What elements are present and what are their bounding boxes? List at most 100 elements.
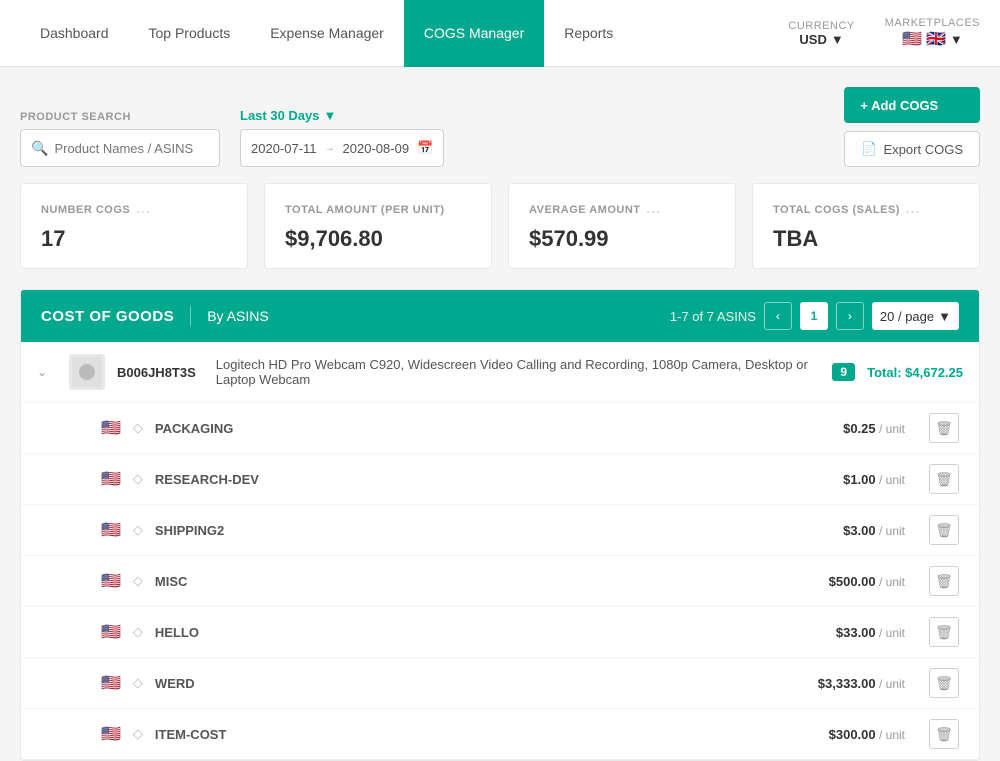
cogs-unit: / unit — [876, 677, 905, 691]
delete-cogs-button[interactable]: 🗑 — [929, 566, 959, 596]
cogs-name: ITEM-COST — [155, 727, 817, 742]
cogs-tag-icon: ◇ — [133, 471, 143, 487]
search-box[interactable]: 🔍 — [20, 129, 220, 167]
current-page-button[interactable]: 1 — [800, 302, 828, 330]
cogs-price: $500.00 / unit — [829, 574, 905, 589]
cogs-row: 🇺🇸 ◇ PACKAGING $0.25 / unit 🗑 — [21, 402, 979, 453]
product-name: Logitech HD Pro Webcam C920, Widescreen … — [216, 357, 821, 387]
date-start: 2020-07-11 — [251, 141, 317, 156]
next-page-button[interactable]: › — [836, 302, 864, 330]
cogs-name: WERD — [155, 676, 806, 691]
nav-item-expense-manager[interactable]: Expense Manager — [250, 0, 404, 67]
table-pagination: 1-7 of 7 ASINS ‹ 1 › 20 / page ▼ — [670, 302, 959, 330]
date-arrow-icon: → — [325, 143, 335, 154]
cogs-flag-icon: 🇺🇸 — [101, 469, 121, 489]
cogs-name: SHIPPING2 — [155, 523, 831, 538]
cogs-row: 🇺🇸 ◇ HELLO $33.00 / unit 🗑 — [21, 606, 979, 657]
stats-grid: NUMBER COGS ... 17 TOTAL AMOUNT (PER UNI… — [20, 183, 980, 269]
cogs-row: 🇺🇸 ◇ SHIPPING2 $3.00 / unit 🗑 — [21, 504, 979, 555]
delete-cogs-button[interactable]: 🗑 — [929, 617, 959, 647]
product-asin: B006JH8T3S — [117, 365, 196, 380]
cogs-flag-icon: 🇺🇸 — [101, 418, 121, 438]
table-divider — [190, 306, 191, 326]
action-buttons: + Add COGS 📄 Export COGS — [844, 87, 980, 167]
pagination-info: 1-7 of 7 ASINS — [670, 309, 756, 324]
cogs-unit: / unit — [876, 575, 905, 589]
currency-selector[interactable]: CURRENCY USD ▼ — [788, 20, 854, 47]
cogs-unit: / unit — [876, 728, 905, 742]
export-cogs-button[interactable]: 📄 Export COGS — [844, 131, 980, 167]
product-image — [69, 354, 105, 390]
marketplace-dropdown-icon: ▼ — [950, 32, 963, 47]
per-page-selector[interactable]: 20 / page ▼ — [872, 302, 959, 330]
cogs-table: COST OF GOODS By ASINS 1-7 of 7 ASINS ‹ … — [20, 289, 980, 761]
prev-page-button[interactable]: ‹ — [764, 302, 792, 330]
date-range-picker[interactable]: 2020-07-11 → 2020-08-09 📅 — [240, 129, 444, 167]
calendar-icon[interactable]: 📅 — [417, 140, 433, 156]
stat-value-number-cogs: 17 — [41, 226, 227, 252]
cogs-row: 🇺🇸 ◇ ITEM-COST $300.00 / unit 🗑 — [21, 708, 979, 759]
export-icon: 📄 — [861, 141, 877, 157]
cogs-flag-icon: 🇺🇸 — [101, 622, 121, 642]
cogs-name: MISC — [155, 574, 817, 589]
us-flag-icon: 🇺🇸 — [902, 29, 922, 49]
date-end: 2020-08-09 — [343, 141, 410, 156]
cogs-unit: / unit — [876, 422, 905, 436]
cogs-flag-icon: 🇺🇸 — [101, 571, 121, 591]
cogs-price: $3,333.00 / unit — [818, 676, 905, 691]
nav-item-cogs-manager[interactable]: COGS Manager — [404, 0, 544, 67]
product-total: Total: $4,672.25 — [867, 365, 963, 380]
delete-cogs-button[interactable]: 🗑 — [929, 413, 959, 443]
cogs-name: PACKAGING — [155, 421, 831, 436]
cogs-flag-icon: 🇺🇸 — [101, 724, 121, 744]
stat-value-total-amount: $9,706.80 — [285, 226, 471, 252]
cogs-row: 🇺🇸 ◇ MISC $500.00 / unit 🗑 — [21, 555, 979, 606]
cogs-tag-icon: ◇ — [133, 675, 143, 691]
cogs-price: $1.00 / unit — [843, 472, 905, 487]
nav-item-dashboard[interactable]: Dashboard — [20, 0, 129, 67]
nav-item-top-products[interactable]: Top Products — [129, 0, 251, 67]
cogs-price: $0.25 / unit — [843, 421, 905, 436]
cogs-tag-icon: ◇ — [133, 624, 143, 640]
delete-cogs-button[interactable]: 🗑 — [929, 464, 959, 494]
cogs-flag-icon: 🇺🇸 — [101, 520, 121, 540]
stat-average-amount: AVERAGE AMOUNT ... $570.99 — [508, 183, 736, 269]
cogs-price: $3.00 / unit — [843, 523, 905, 538]
table-title: COST OF GOODS — [41, 308, 174, 325]
stat-total-amount: TOTAL AMOUNT (PER UNIT) $9,706.80 — [264, 183, 492, 269]
search-section: PRODUCT SEARCH 🔍 — [20, 111, 220, 167]
date-range-label[interactable]: Last 30 Days ▼ — [240, 108, 444, 123]
date-section: Last 30 Days ▼ 2020-07-11 → 2020-08-09 📅 — [240, 108, 444, 167]
per-page-dropdown-icon: ▼ — [938, 309, 951, 324]
delete-cogs-button[interactable]: 🗑 — [929, 719, 959, 749]
stat-value-average-amount: $570.99 — [529, 226, 715, 252]
stat-total-cogs-sales: TOTAL COGS (SALES) ... TBA — [752, 183, 980, 269]
marketplace-selector[interactable]: MARKETPLACES 🇺🇸 🇬🇧 ▼ — [885, 17, 980, 49]
delete-cogs-button[interactable]: 🗑 — [929, 515, 959, 545]
product-total-value: $4,672.25 — [905, 365, 963, 380]
cogs-unit: / unit — [876, 626, 905, 640]
cogs-rows: 🇺🇸 ◇ PACKAGING $0.25 / unit 🗑 🇺🇸 ◇ RESEA… — [21, 402, 979, 759]
expand-button[interactable]: ⌄ — [37, 365, 57, 379]
add-cogs-button[interactable]: + Add COGS — [844, 87, 980, 123]
cogs-tag-icon: ◇ — [133, 573, 143, 589]
nav-item-reports[interactable]: Reports — [544, 0, 633, 67]
cogs-name: HELLO — [155, 625, 824, 640]
navigation: Dashboard Top Products Expense Manager C… — [0, 0, 1000, 67]
search-input[interactable] — [54, 141, 209, 156]
cogs-unit: / unit — [876, 473, 905, 487]
cogs-row: 🇺🇸 ◇ RESEARCH-DEV $1.00 / unit 🗑 — [21, 453, 979, 504]
cogs-unit: / unit — [876, 524, 905, 538]
product-cogs-count-badge: 9 — [832, 363, 855, 381]
table-subtitle: By ASINS — [207, 308, 268, 324]
cogs-flag-icon: 🇺🇸 — [101, 673, 121, 693]
cogs-name: RESEARCH-DEV — [155, 472, 831, 487]
stat-value-total-cogs-sales: TBA — [773, 226, 959, 252]
cogs-tag-icon: ◇ — [133, 522, 143, 538]
cogs-price: $300.00 / unit — [829, 727, 905, 742]
delete-cogs-button[interactable]: 🗑 — [929, 668, 959, 698]
table-header: COST OF GOODS By ASINS 1-7 of 7 ASINS ‹ … — [21, 290, 979, 342]
search-label: PRODUCT SEARCH — [20, 111, 220, 123]
stat-number-cogs: NUMBER COGS ... 17 — [20, 183, 248, 269]
cogs-tag-icon: ◇ — [133, 420, 143, 436]
